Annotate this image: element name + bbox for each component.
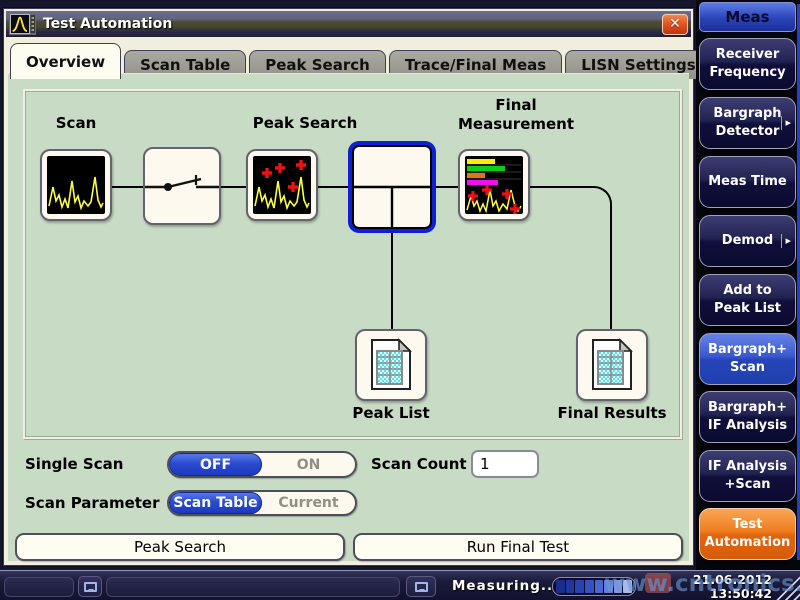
receiver-frequency-button[interactable]: Receiver Frequency xyxy=(699,38,796,90)
scan-count-input[interactable] xyxy=(471,450,539,478)
bargraph-if-analysis-button[interactable]: Bargraph+ IF Analysis xyxy=(699,391,796,443)
app-icon xyxy=(9,13,36,35)
close-icon[interactable]: ✕ xyxy=(662,14,688,35)
demod-button[interactable]: Demod ▸ xyxy=(699,215,796,267)
status-text: Measuring... xyxy=(452,571,559,600)
test-automation-dialog: Test Automation ✕ Overview Scan Table Pe… xyxy=(3,8,694,566)
flow-diagram-panel: Scan Peak Search Final Measurement xyxy=(23,89,682,439)
scan-parameter-toggle: Scan Table Current xyxy=(167,490,357,516)
single-scan-off-option[interactable]: OFF xyxy=(169,453,262,476)
resize-grip[interactable] xyxy=(772,573,800,600)
scan-step-box[interactable] xyxy=(40,149,112,221)
add-to-peak-list-button[interactable]: Add to Peak List xyxy=(699,274,796,326)
overview-tab-page: Scan Peak Search Final Measurement xyxy=(8,73,689,561)
peak-search-label: Peak Search xyxy=(223,114,387,133)
final-results-document-icon xyxy=(589,338,635,392)
peak-list-box[interactable] xyxy=(355,329,427,401)
menu-header-meas: Meas xyxy=(699,2,796,32)
final-measurement-step-box[interactable] xyxy=(458,149,530,221)
run-final-test-button[interactable]: Run Final Test xyxy=(353,533,683,561)
time-label: 13:50:42 xyxy=(678,587,772,600)
date-time: 21.06.2012 13:50:42 xyxy=(678,573,772,600)
connector-line-vertical xyxy=(391,225,393,331)
peak-list-label: Peak List xyxy=(331,404,451,423)
single-scan-label: Single Scan xyxy=(25,451,123,478)
bargraph-scan-button[interactable]: Bargraph+ Scan xyxy=(699,333,796,385)
bargraph-detector-button[interactable]: Bargraph Detector ▸ xyxy=(699,97,796,149)
scan-label: Scan xyxy=(40,114,112,133)
tab-overview[interactable]: Overview xyxy=(10,43,121,79)
final-results-label: Final Results xyxy=(542,404,682,423)
peak-search-trace-icon xyxy=(253,156,311,214)
single-scan-toggle: OFF ON xyxy=(167,451,357,478)
peak-search-button[interactable]: Peak Search xyxy=(15,533,345,561)
status-bar: Measuring... 21.06.2012 13:50:42 xyxy=(0,570,800,600)
scan-parameter-scan-table-option[interactable]: Scan Table xyxy=(169,492,262,514)
scan-count-label: Scan Count xyxy=(371,451,467,478)
window-icon[interactable] xyxy=(78,576,102,597)
scan-parameter-label: Scan Parameter xyxy=(25,490,160,517)
single-scan-on-option[interactable]: ON xyxy=(262,453,355,476)
switch-icon xyxy=(145,149,219,223)
monitor-icon[interactable] xyxy=(406,576,436,597)
peak-list-document-icon xyxy=(368,338,414,392)
meas-time-button[interactable]: Meas Time xyxy=(699,156,796,208)
title-bar: Test Automation ✕ xyxy=(6,11,691,37)
status-field-left xyxy=(4,577,74,597)
junction-step-box-selected[interactable] xyxy=(352,145,432,229)
switch-step-box[interactable] xyxy=(143,147,221,225)
peak-search-step-box[interactable] xyxy=(246,149,318,221)
scan-trace-icon xyxy=(47,156,105,214)
status-field-middle xyxy=(106,577,400,597)
scan-parameter-current-option[interactable]: Current xyxy=(262,492,355,514)
submenu-arrow-icon: ▸ xyxy=(781,234,791,248)
measurement-progress-bar xyxy=(552,577,636,596)
submenu-arrow-icon: ▸ xyxy=(781,116,791,130)
softkey-menu: Meas Receiver Frequency Bargraph Detecto… xyxy=(696,0,800,570)
window-title: Test Automation xyxy=(43,16,172,32)
final-results-box[interactable] xyxy=(576,329,648,401)
if-analysis-scan-button[interactable]: IF Analysis +Scan xyxy=(699,450,796,502)
test-automation-button[interactable]: Test Automation xyxy=(699,508,796,560)
junction-lines-icon xyxy=(354,147,430,227)
final-measurement-icon xyxy=(465,156,523,214)
connector-curve xyxy=(534,186,612,331)
date-label: 21.06.2012 xyxy=(678,573,772,587)
final-measurement-label: Final Measurement xyxy=(423,96,609,134)
